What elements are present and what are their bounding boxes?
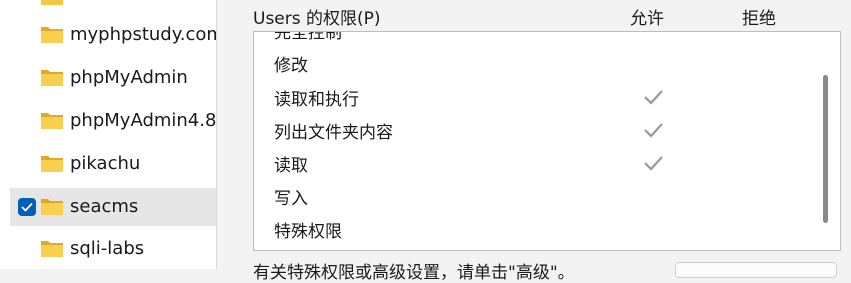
deny-column-header: 拒绝 [742,9,776,29]
file-item-label: pikachu [70,153,141,174]
permission-row: 读取和执行 [254,80,814,113]
folder-icon [41,113,63,129]
file-item-phpmyadmin48[interactable]: phpMyAdmin4.8 [10,102,216,140]
allow-checkmark-icon [644,156,663,171]
permission-row: 完全控制 [254,31,814,46]
permission-row: 修改 [254,46,814,79]
allow-column-header: 允许 [630,9,664,29]
folder-icon [41,199,63,215]
permission-name: 特殊权限 [274,222,342,242]
checkmark-icon [21,202,33,212]
permission-name: 读取 [274,156,308,176]
permission-name: 读取和执行 [274,90,359,110]
permission-row: 读取 [254,146,814,179]
permission-name: 列出文件夹内容 [274,123,393,143]
permission-row: 特殊权限 [254,212,814,245]
permissions-list[interactable]: 完全控制 修改 读取和执行 列出文件夹内容 读取 写入 特殊权限 [253,31,841,251]
selection-checkbox[interactable] [18,198,36,216]
advanced-button[interactable] [675,262,837,278]
file-item-label: phpMyAdmin [70,67,188,88]
file-list-pane: myphpstudy.com phpMyAdmin phpMyAdmin4.8 … [0,0,216,269]
folder-icon [41,241,63,257]
file-item-pikachu[interactable]: pikachu [10,145,216,183]
folder-icon [41,156,63,172]
file-item-label: sqli-labs [70,238,145,259]
permission-row: 写入 [254,179,814,212]
vertical-scrollbar[interactable] [823,75,828,223]
folder-icon [41,70,63,86]
file-item-myphpstudy[interactable]: myphpstudy.com [10,16,216,54]
allow-checkmark-icon [644,123,663,138]
file-item-label: myphpstudy.com [70,24,216,45]
permission-name: 写入 [274,189,308,209]
allow-checkmark-icon [644,90,663,105]
file-item-label: phpMyAdmin4.8 [70,110,216,131]
file-item-phpmyadmin[interactable]: phpMyAdmin [10,59,216,97]
permission-row: 列出文件夹内容 [254,113,814,146]
permission-name: 完全控制 [274,31,342,43]
advanced-hint-text: 有关特殊权限或高级设置，请单击"高级"。 [253,263,575,283]
permissions-header: Users 的权限(P) [253,9,381,29]
file-item-sqli-labs[interactable]: sqli-labs [10,230,216,268]
security-dialog-pane: Users 的权限(P) 允许 拒绝 完全控制 修改 读取和执行 列出文件夹内容… [216,0,851,283]
folder-icon [41,27,63,43]
file-item-seacms[interactable]: seacms [10,188,216,226]
folder-icon [41,0,63,5]
file-item-label: seacms [70,196,139,217]
permission-name: 修改 [274,56,308,76]
